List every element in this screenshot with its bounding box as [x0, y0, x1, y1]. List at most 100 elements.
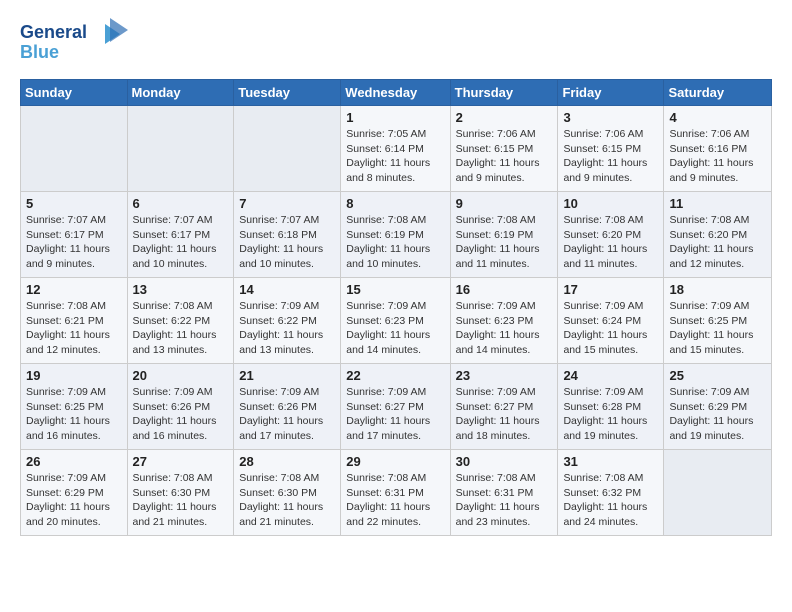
page: General Blue SundayMondayTuesdayWednesda…	[0, 0, 792, 612]
calendar-cell: 29Sunrise: 7:08 AM Sunset: 6:31 PM Dayli…	[341, 450, 450, 536]
calendar-cell: 4 Sunrise: 7:06 AM Sunset: 6:16 PM Daylig…	[664, 106, 772, 192]
day-info: Sunrise: 7:09 AM Sunset: 6:25 PM Dayligh…	[26, 385, 122, 444]
calendar-cell: 13Sunrise: 7:08 AM Sunset: 6:22 PM Dayli…	[127, 278, 234, 364]
day-number: 27	[133, 454, 229, 469]
svg-text:Blue: Blue	[20, 42, 59, 62]
day-number: 25	[669, 368, 766, 383]
calendar-cell: 28 Sunrise: 7:08 AM Sunset: 6:30 PM Dayli…	[234, 450, 341, 536]
day-info: Sunrise: 7:09 AM Sunset: 6:27 PM Dayligh…	[456, 385, 553, 444]
calendar-cell: 19 Sunrise: 7:09 AM Sunset: 6:25 PM Dayli…	[21, 364, 128, 450]
calendar-cell: 22 Sunrise: 7:09 AM Sunset: 6:27 PM Dayli…	[341, 364, 450, 450]
calendar-week-5: 26 Sunrise: 7:09 AM Sunset: 6:29 PM Dayli…	[21, 450, 772, 536]
day-info: Sunrise: 7:06 AM Sunset: 6:15 PM Dayligh…	[563, 127, 658, 186]
weekday-header-sunday: Sunday	[21, 80, 128, 106]
calendar-cell: 18 Sunrise: 7:09 AM Sunset: 6:25 PM Dayli…	[664, 278, 772, 364]
header: General Blue	[20, 16, 772, 69]
calendar-week-2: 5 Sunrise: 7:07 AM Sunset: 6:17 PM Daylig…	[21, 192, 772, 278]
calendar-cell: 31 Sunrise: 7:08 AM Sunset: 6:32 PM Dayli…	[558, 450, 664, 536]
calendar-cell: 5 Sunrise: 7:07 AM Sunset: 6:17 PM Daylig…	[21, 192, 128, 278]
day-info: Sunrise: 7:08 AM Sunset: 6:20 PM Dayligh…	[563, 213, 658, 272]
day-number: 4	[669, 110, 766, 125]
calendar-week-4: 19 Sunrise: 7:09 AM Sunset: 6:25 PM Dayli…	[21, 364, 772, 450]
day-info: Sunrise: 7:08 AM Sunset: 6:19 PM Dayligh…	[346, 213, 444, 272]
day-number: 6	[133, 196, 229, 211]
day-number: 19	[26, 368, 122, 383]
day-number: 2	[456, 110, 553, 125]
calendar-cell: 21 Sunrise: 7:09 AM Sunset: 6:26 PM Dayli…	[234, 364, 341, 450]
calendar-cell	[21, 106, 128, 192]
day-number: 29	[346, 454, 444, 469]
logo-icon: General Blue	[20, 16, 130, 64]
day-number: 30	[456, 454, 553, 469]
day-number: 15	[346, 282, 444, 297]
day-info: Sunrise: 7:06 AM Sunset: 6:15 PM Dayligh…	[456, 127, 553, 186]
day-number: 26	[26, 454, 122, 469]
day-info: Sunrise: 7:09 AM Sunset: 6:25 PM Dayligh…	[669, 299, 766, 358]
day-info: Sunrise: 7:09 AM Sunset: 6:28 PM Dayligh…	[563, 385, 658, 444]
day-number: 10	[563, 196, 658, 211]
calendar-cell	[234, 106, 341, 192]
day-info: Sunrise: 7:08 AM Sunset: 6:22 PM Dayligh…	[133, 299, 229, 358]
day-info: Sunrise: 7:06 AM Sunset: 6:16 PM Dayligh…	[669, 127, 766, 186]
day-number: 28	[239, 454, 335, 469]
calendar-cell: 16 Sunrise: 7:09 AM Sunset: 6:23 PM Dayli…	[450, 278, 558, 364]
day-number: 5	[26, 196, 122, 211]
calendar-cell: 23 Sunrise: 7:09 AM Sunset: 6:27 PM Dayli…	[450, 364, 558, 450]
day-number: 22	[346, 368, 444, 383]
calendar-cell: 25Sunrise: 7:09 AM Sunset: 6:29 PM Dayli…	[664, 364, 772, 450]
day-info: Sunrise: 7:09 AM Sunset: 6:22 PM Dayligh…	[239, 299, 335, 358]
day-info: Sunrise: 7:05 AM Sunset: 6:14 PM Dayligh…	[346, 127, 444, 186]
day-info: Sunrise: 7:08 AM Sunset: 6:32 PM Dayligh…	[563, 471, 658, 530]
day-number: 21	[239, 368, 335, 383]
calendar-cell: 20 Sunrise: 7:09 AM Sunset: 6:26 PM Dayli…	[127, 364, 234, 450]
calendar-cell: 27 Sunrise: 7:08 AM Sunset: 6:30 PM Dayli…	[127, 450, 234, 536]
calendar-cell: 6Sunrise: 7:07 AM Sunset: 6:17 PM Daylig…	[127, 192, 234, 278]
day-number: 9	[456, 196, 553, 211]
calendar-cell: 24 Sunrise: 7:09 AM Sunset: 6:28 PM Dayli…	[558, 364, 664, 450]
day-info: Sunrise: 7:09 AM Sunset: 6:23 PM Dayligh…	[346, 299, 444, 358]
calendar-cell	[664, 450, 772, 536]
day-number: 24	[563, 368, 658, 383]
calendar-cell: 8 Sunrise: 7:08 AM Sunset: 6:19 PM Daylig…	[341, 192, 450, 278]
day-info: Sunrise: 7:08 AM Sunset: 6:31 PM Dayligh…	[456, 471, 553, 530]
day-number: 31	[563, 454, 658, 469]
day-info: Sunrise: 7:08 AM Sunset: 6:19 PM Dayligh…	[456, 213, 553, 272]
day-info: Sunrise: 7:08 AM Sunset: 6:30 PM Dayligh…	[133, 471, 229, 530]
day-info: Sunrise: 7:09 AM Sunset: 6:27 PM Dayligh…	[346, 385, 444, 444]
day-number: 11	[669, 196, 766, 211]
day-number: 1	[346, 110, 444, 125]
calendar-cell: 30 Sunrise: 7:08 AM Sunset: 6:31 PM Dayli…	[450, 450, 558, 536]
calendar-cell: 26 Sunrise: 7:09 AM Sunset: 6:29 PM Dayli…	[21, 450, 128, 536]
calendar-cell: 1 Sunrise: 7:05 AM Sunset: 6:14 PM Daylig…	[341, 106, 450, 192]
day-info: Sunrise: 7:09 AM Sunset: 6:23 PM Dayligh…	[456, 299, 553, 358]
calendar-week-3: 12 Sunrise: 7:08 AM Sunset: 6:21 PM Dayli…	[21, 278, 772, 364]
weekday-header-row: SundayMondayTuesdayWednesdayThursdayFrid…	[21, 80, 772, 106]
calendar-cell: 17Sunrise: 7:09 AM Sunset: 6:24 PM Dayli…	[558, 278, 664, 364]
day-info: Sunrise: 7:09 AM Sunset: 6:26 PM Dayligh…	[133, 385, 229, 444]
calendar-cell: 11 Sunrise: 7:08 AM Sunset: 6:20 PM Dayli…	[664, 192, 772, 278]
weekday-header-tuesday: Tuesday	[234, 80, 341, 106]
day-number: 18	[669, 282, 766, 297]
weekday-header-monday: Monday	[127, 80, 234, 106]
logo: General Blue	[20, 16, 130, 69]
day-info: Sunrise: 7:07 AM Sunset: 6:18 PM Dayligh…	[239, 213, 335, 272]
day-number: 14	[239, 282, 335, 297]
day-number: 12	[26, 282, 122, 297]
calendar: SundayMondayTuesdayWednesdayThursdayFrid…	[20, 79, 772, 536]
weekday-header-saturday: Saturday	[664, 80, 772, 106]
day-info: Sunrise: 7:08 AM Sunset: 6:21 PM Dayligh…	[26, 299, 122, 358]
day-number: 3	[563, 110, 658, 125]
calendar-cell: 12 Sunrise: 7:08 AM Sunset: 6:21 PM Dayli…	[21, 278, 128, 364]
day-number: 8	[346, 196, 444, 211]
day-info: Sunrise: 7:09 AM Sunset: 6:26 PM Dayligh…	[239, 385, 335, 444]
day-number: 23	[456, 368, 553, 383]
day-number: 20	[133, 368, 229, 383]
day-number: 16	[456, 282, 553, 297]
day-info: Sunrise: 7:08 AM Sunset: 6:20 PM Dayligh…	[669, 213, 766, 272]
calendar-cell: 7Sunrise: 7:07 AM Sunset: 6:18 PM Daylig…	[234, 192, 341, 278]
calendar-cell: 9 Sunrise: 7:08 AM Sunset: 6:19 PM Daylig…	[450, 192, 558, 278]
svg-text:General: General	[20, 22, 87, 42]
day-info: Sunrise: 7:07 AM Sunset: 6:17 PM Dayligh…	[26, 213, 122, 272]
day-info: Sunrise: 7:08 AM Sunset: 6:30 PM Dayligh…	[239, 471, 335, 530]
day-info: Sunrise: 7:09 AM Sunset: 6:29 PM Dayligh…	[26, 471, 122, 530]
